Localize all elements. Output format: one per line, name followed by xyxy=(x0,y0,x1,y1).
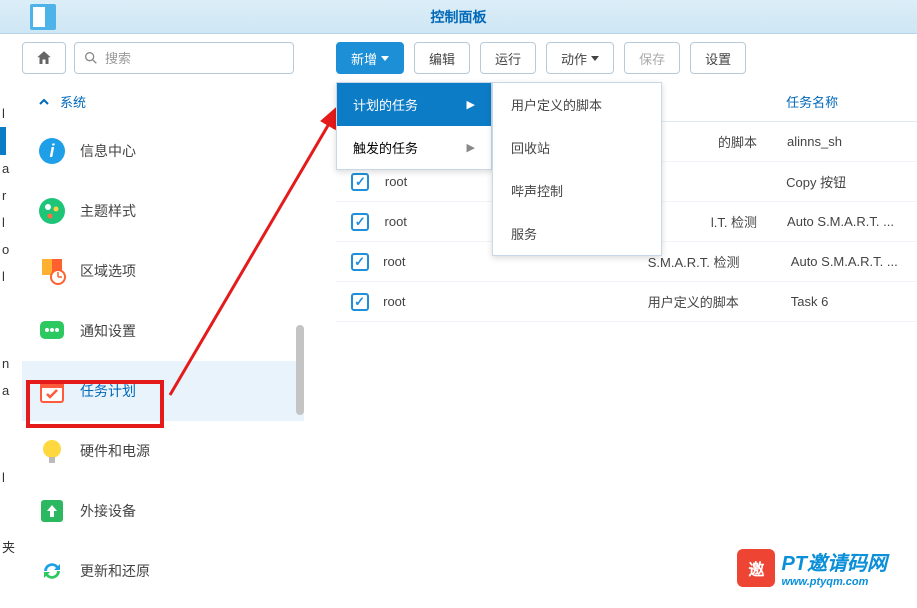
dropdown-triggered[interactable]: 触发的任务 ▶ xyxy=(337,126,491,169)
watermark-sub: www.ptyqm.com xyxy=(781,576,887,588)
row-checkbox[interactable]: ✓ xyxy=(351,253,369,271)
flag-clock-icon xyxy=(38,257,66,285)
sidebar-item-label: 任务计划 xyxy=(80,381,136,401)
submenu-user-script[interactable]: 用户定义的脚本 xyxy=(493,83,661,126)
sidebar-item-theme[interactable]: 主题样式 xyxy=(22,181,304,241)
search-box[interactable] xyxy=(74,42,294,74)
caret-down-icon xyxy=(381,56,389,61)
sidebar-item-label: 主题样式 xyxy=(80,201,136,221)
sidebar-item-external[interactable]: 外接设备 xyxy=(22,481,304,541)
row-checkbox[interactable]: ✓ xyxy=(351,173,369,191)
chevron-up-icon xyxy=(38,96,50,108)
new-dropdown: 计划的任务 ▶ 触发的任务 ▶ xyxy=(336,82,492,170)
table-row[interactable]: ✓ root 用户定义的脚本 Task 6 xyxy=(336,282,917,322)
dropdown-scheduled[interactable]: 计划的任务 ▶ xyxy=(337,83,491,126)
palette-icon xyxy=(38,197,66,225)
chevron-right-icon: ▶ xyxy=(467,141,475,154)
watermark-badge: 邀 xyxy=(737,549,775,587)
page-title: 控制面板 xyxy=(431,7,487,27)
submenu-service[interactable]: 服务 xyxy=(493,212,661,255)
sidebar-item-region[interactable]: 区域选项 xyxy=(22,241,304,301)
sidebar-item-tasks[interactable]: 任务计划 xyxy=(22,361,304,421)
chevron-right-icon: ▶ xyxy=(467,98,475,111)
sidebar-item-label: 硬件和电源 xyxy=(80,441,150,461)
row-checkbox[interactable]: ✓ xyxy=(351,293,369,311)
upload-icon xyxy=(38,497,66,525)
edit-button[interactable]: 编辑 xyxy=(414,42,470,74)
info-icon: i xyxy=(38,137,66,165)
new-button[interactable]: 新增 xyxy=(336,42,404,74)
settings-button[interactable]: 设置 xyxy=(690,42,746,74)
scheduled-submenu: 用户定义的脚本 回收站 哔声控制 服务 xyxy=(492,82,662,256)
sidebar-item-label: 外接设备 xyxy=(80,501,136,521)
submenu-recycle[interactable]: 回收站 xyxy=(493,126,661,169)
search-icon xyxy=(83,50,99,66)
sidebar-item-hardware[interactable]: 硬件和电源 xyxy=(22,421,304,481)
run-button[interactable]: 运行 xyxy=(480,42,536,74)
caret-down-icon xyxy=(591,56,599,61)
home-icon xyxy=(35,49,53,67)
calendar-check-icon xyxy=(38,377,66,405)
sidebar-item-label: 更新和还原 xyxy=(80,561,150,581)
sidebar-item-update[interactable]: 更新和还原 xyxy=(22,541,304,601)
sidebar-section-label: 系统 xyxy=(60,92,86,111)
left-edge-text: larlol nal夹 xyxy=(0,100,18,562)
col-header-task[interactable]: 任务名称 xyxy=(786,92,917,111)
sidebar-item-label: 信息中心 xyxy=(80,141,136,161)
row-checkbox[interactable]: ✓ xyxy=(351,213,369,231)
home-button[interactable] xyxy=(22,42,66,74)
bulb-icon xyxy=(38,437,66,465)
sidebar-item-notify[interactable]: 通知设置 xyxy=(22,301,304,361)
watermark-main: PT邀请码网 xyxy=(781,547,887,576)
app-icon xyxy=(30,4,56,30)
sidebar-item-label: 区域选项 xyxy=(80,261,136,281)
sidebar-item-label: 通知设置 xyxy=(80,321,136,341)
action-button[interactable]: 动作 xyxy=(546,42,614,74)
save-button[interactable]: 保存 xyxy=(624,42,680,74)
sidebar-section-toggle[interactable]: 系统 xyxy=(22,82,304,121)
watermark: 邀 PT邀请码网 www.ptyqm.com xyxy=(737,547,887,588)
refresh-icon xyxy=(38,557,66,585)
search-input[interactable] xyxy=(99,51,285,66)
submenu-beep[interactable]: 哔声控制 xyxy=(493,169,661,212)
sidebar-item-info[interactable]: i 信息中心 xyxy=(22,121,304,181)
sidebar-scrollbar[interactable] xyxy=(296,325,304,415)
chat-icon xyxy=(38,317,66,345)
